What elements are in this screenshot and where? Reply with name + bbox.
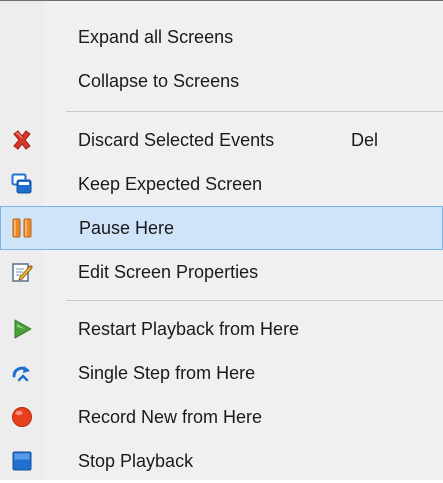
shortcut-key: Del [351, 130, 379, 150]
menu-item-label: Keep Expected Screen [78, 174, 263, 194]
menu-item-expand-all-screens[interactable]: Expand all Screens [0, 15, 443, 59]
menu-item-discard-selected-events[interactable]: Discard Selected Events Del [0, 118, 443, 162]
menu-item-label: Expand all Screens [78, 27, 234, 47]
menu-item-label: Edit Screen Properties [78, 262, 259, 282]
menu-separator [66, 300, 443, 301]
menu-item-keep-expected-screen[interactable]: Keep Expected Screen [0, 162, 443, 206]
menu-item-restart-playback-from-here[interactable]: Restart Playback from Here [0, 307, 443, 351]
menu-item-collapse-to-screens[interactable]: Collapse to Screens [0, 59, 443, 103]
menu-item-label: Single Step from Here [78, 363, 256, 383]
menu-item-label: Restart Playback from Here [78, 319, 300, 339]
keep-screen-icon [11, 173, 33, 195]
menu-item-pause-here[interactable]: Pause Here [0, 206, 443, 250]
menu-item-stop-playback[interactable]: Stop Playback [0, 439, 443, 483]
red-x-icon [11, 129, 33, 151]
play-icon [11, 318, 33, 340]
menu-item-label: Pause Here [79, 218, 175, 238]
menu-item-label: Record New from Here [78, 407, 263, 427]
menu-separator [66, 111, 443, 112]
menu-item-label: Discard Selected Events [78, 130, 275, 150]
edit-properties-icon [11, 261, 33, 283]
menu-item-single-step-from-here[interactable]: Single Step from Here [0, 351, 443, 395]
stop-icon [11, 450, 33, 472]
menu-item-record-new-from-here[interactable]: Record New from Here [0, 395, 443, 439]
menu-item-label: Collapse to Screens [78, 71, 240, 91]
context-menu: Expand all Screens Collapse to Screens D… [0, 0, 443, 480]
menu-item-edit-screen-properties[interactable]: Edit Screen Properties [0, 250, 443, 294]
menu-item-label: Stop Playback [78, 451, 194, 471]
pause-icon [11, 217, 33, 239]
single-step-icon [11, 362, 33, 384]
record-icon [11, 406, 33, 428]
